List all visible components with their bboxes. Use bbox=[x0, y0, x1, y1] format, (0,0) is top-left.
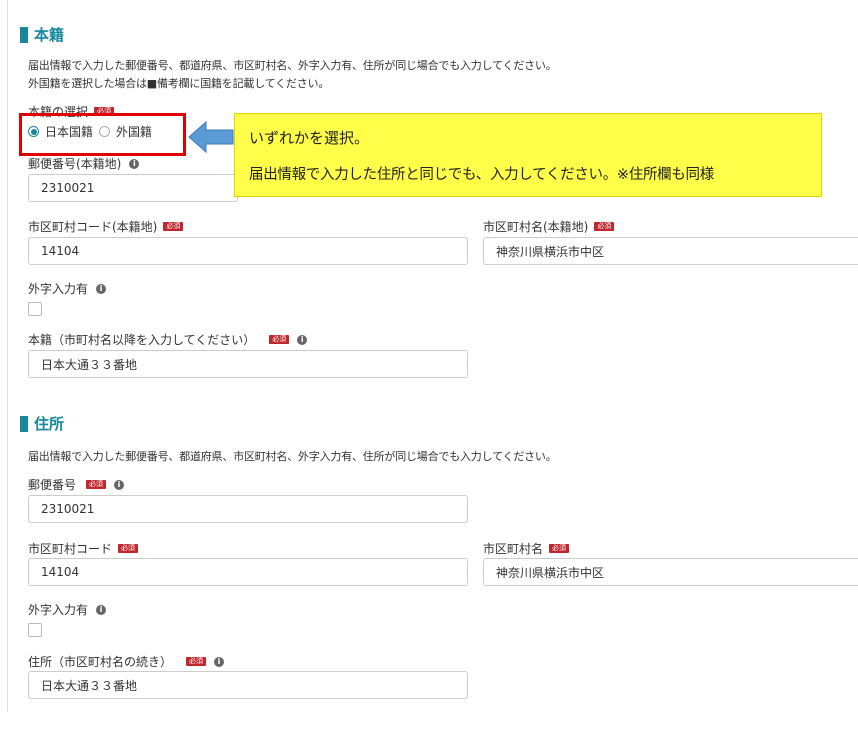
info-icon[interactable]: i bbox=[96, 283, 107, 294]
jusho-city-code-label: 市区町村コード 必須 bbox=[28, 540, 139, 557]
jusho-address-label: 住所（市区町村名の続き） 必須 i bbox=[28, 653, 225, 670]
required-badge: 必須 bbox=[594, 222, 615, 231]
required-badge: 必須 bbox=[549, 544, 570, 553]
honseki-note-2: 外国籍を選択した場合は■備考欄に国籍を記載してください。 bbox=[28, 77, 330, 90]
section-title-text: 本籍 bbox=[34, 26, 65, 44]
left-border bbox=[7, 0, 8, 712]
label-text: 郵便番号(本籍地) bbox=[28, 157, 122, 171]
required-badge: 必須 bbox=[186, 657, 207, 666]
label-text: 本籍（市町村名以降を入力してください） bbox=[28, 333, 256, 347]
honseki-postal-input[interactable]: 2310021 bbox=[28, 174, 238, 202]
honseki-city-code-label: 市区町村コード(本籍地) 必須 bbox=[28, 218, 184, 235]
label-text: 市区町村名 bbox=[483, 542, 544, 556]
section-title-honseki: 本籍 bbox=[20, 24, 64, 45]
honseki-postal-label: 郵便番号(本籍地) i bbox=[28, 155, 140, 172]
required-badge: 必須 bbox=[118, 544, 139, 553]
jusho-city-code-input[interactable]: 14104 bbox=[28, 558, 468, 586]
info-icon[interactable]: i bbox=[214, 656, 225, 667]
info-icon[interactable]: i bbox=[96, 604, 107, 615]
jusho-gaiji-checkbox[interactable] bbox=[28, 623, 42, 637]
required-badge: 必須 bbox=[163, 222, 184, 231]
callout-line-1: いずれかを選択。 bbox=[249, 129, 370, 147]
section-title-text: 住所 bbox=[34, 415, 65, 433]
radio-highlight-box bbox=[19, 113, 186, 156]
jusho-city-name-label: 市区町村名 必須 bbox=[483, 540, 570, 557]
jusho-city-name-input[interactable]: 神奈川県横浜市中区 bbox=[483, 558, 858, 586]
label-text: 住所（市区町村名の続き） bbox=[28, 655, 173, 669]
label-text: 外字入力有 bbox=[28, 603, 89, 617]
section-marker bbox=[20, 415, 28, 432]
instruction-callout: いずれかを選択。 届出情報で入力した住所と同じでも、入力してください。※住所欄も… bbox=[234, 113, 822, 197]
arrow-left-icon bbox=[188, 120, 234, 154]
honseki-city-name-label: 市区町村名(本籍地) 必須 bbox=[483, 218, 615, 235]
honseki-address-label: 本籍（市町村名以降を入力してください） 必須 i bbox=[28, 331, 308, 348]
jusho-gaiji-label: 外字入力有 i bbox=[28, 601, 107, 618]
honseki-address-input[interactable]: 日本大通３３番地 bbox=[28, 350, 468, 378]
label-text: 市区町村名(本籍地) bbox=[483, 220, 589, 234]
jusho-note-1: 届出情報で入力した郵便番号、都道府県、市区町村名、外字入力有、住所が同じ場合でも… bbox=[28, 450, 557, 463]
section-marker bbox=[20, 26, 28, 43]
honseki-city-code-input[interactable]: 14104 bbox=[28, 237, 468, 265]
callout-line-2: 届出情報で入力した住所と同じでも、入力してください。※住所欄も同様 bbox=[249, 167, 714, 183]
info-icon[interactable]: i bbox=[297, 334, 308, 345]
honseki-note-1: 届出情報で入力した郵便番号、都道府県、市区町村名、外字入力有、住所が同じ場合でも… bbox=[28, 59, 557, 72]
info-icon[interactable]: i bbox=[129, 158, 140, 169]
honseki-gaiji-label: 外字入力有 i bbox=[28, 280, 107, 297]
required-badge: 必須 bbox=[86, 480, 107, 489]
jusho-address-input[interactable]: 日本大通３３番地 bbox=[28, 671, 468, 699]
section-title-jusho: 住所 bbox=[20, 413, 64, 434]
label-text: 外字入力有 bbox=[28, 282, 89, 296]
label-text: 市区町村コード bbox=[28, 542, 113, 556]
label-text: 市区町村コード(本籍地) bbox=[28, 220, 158, 234]
honseki-gaiji-checkbox[interactable] bbox=[28, 302, 42, 316]
jusho-postal-input[interactable]: 2310021 bbox=[28, 495, 468, 523]
info-icon[interactable]: i bbox=[114, 479, 125, 490]
jusho-postal-label: 郵便番号 必須 i bbox=[28, 476, 125, 493]
honseki-city-name-input[interactable]: 神奈川県横浜市中区 bbox=[483, 237, 858, 265]
required-badge: 必須 bbox=[269, 335, 290, 344]
label-text: 郵便番号 bbox=[28, 478, 77, 492]
